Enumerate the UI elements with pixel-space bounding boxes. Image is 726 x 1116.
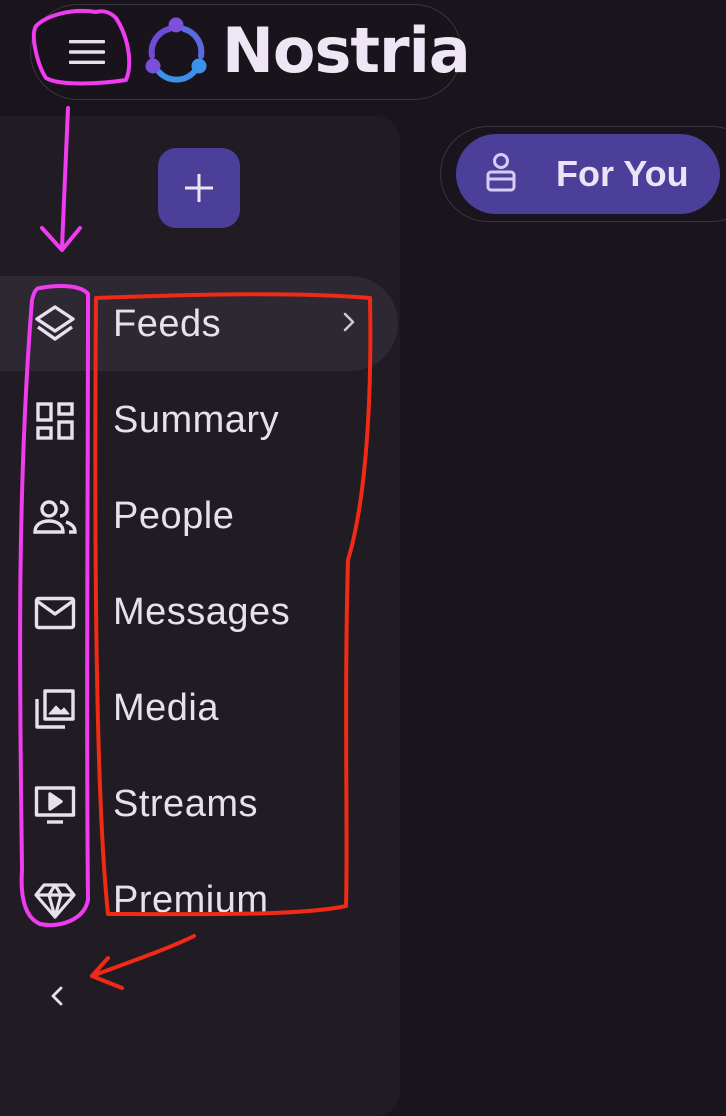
collapse-sidebar-button[interactable]	[36, 974, 80, 1018]
people-icon	[32, 494, 78, 540]
app-brand: Nostria	[222, 14, 471, 87]
photo-library-icon	[32, 686, 78, 732]
mail-icon	[32, 590, 78, 636]
dashboard-icon	[32, 398, 78, 444]
create-button[interactable]	[158, 148, 240, 228]
nostria-logo-icon	[145, 17, 207, 83]
sidebar-item-label: Media	[113, 687, 219, 729]
live-tv-icon	[32, 782, 78, 828]
chevron-left-icon	[51, 986, 63, 1006]
sidebar-item-label: Feeds	[113, 303, 222, 345]
sidebar-item-summary[interactable]: Summary	[0, 372, 398, 468]
plus-icon	[185, 174, 213, 202]
sidebar-item-people[interactable]: People	[0, 468, 398, 564]
diamond-icon	[32, 878, 78, 924]
sidebar-item-messages[interactable]: Messages	[0, 564, 398, 660]
sidebar-item-feeds[interactable]: Feeds	[0, 276, 398, 372]
sidebar-item-media[interactable]: Media	[0, 660, 398, 756]
person-feed-icon	[486, 153, 516, 192]
layers-icon	[32, 302, 78, 348]
chevron-right-icon	[343, 312, 355, 332]
sidebar-item-label: People	[113, 495, 235, 537]
tab-label: For You	[556, 153, 689, 194]
sidebar-item-label: Summary	[113, 399, 280, 441]
sidebar-item-premium[interactable]: Premium	[0, 852, 398, 948]
menu-button[interactable]	[54, 26, 120, 78]
sidebar-item-label: Messages	[113, 591, 291, 633]
sidebar-item-label: Streams	[113, 783, 258, 825]
hamburger-menu-icon	[69, 40, 105, 64]
sidebar-item-streams[interactable]: Streams	[0, 756, 398, 852]
sidebar-item-label: Premium	[113, 879, 269, 921]
